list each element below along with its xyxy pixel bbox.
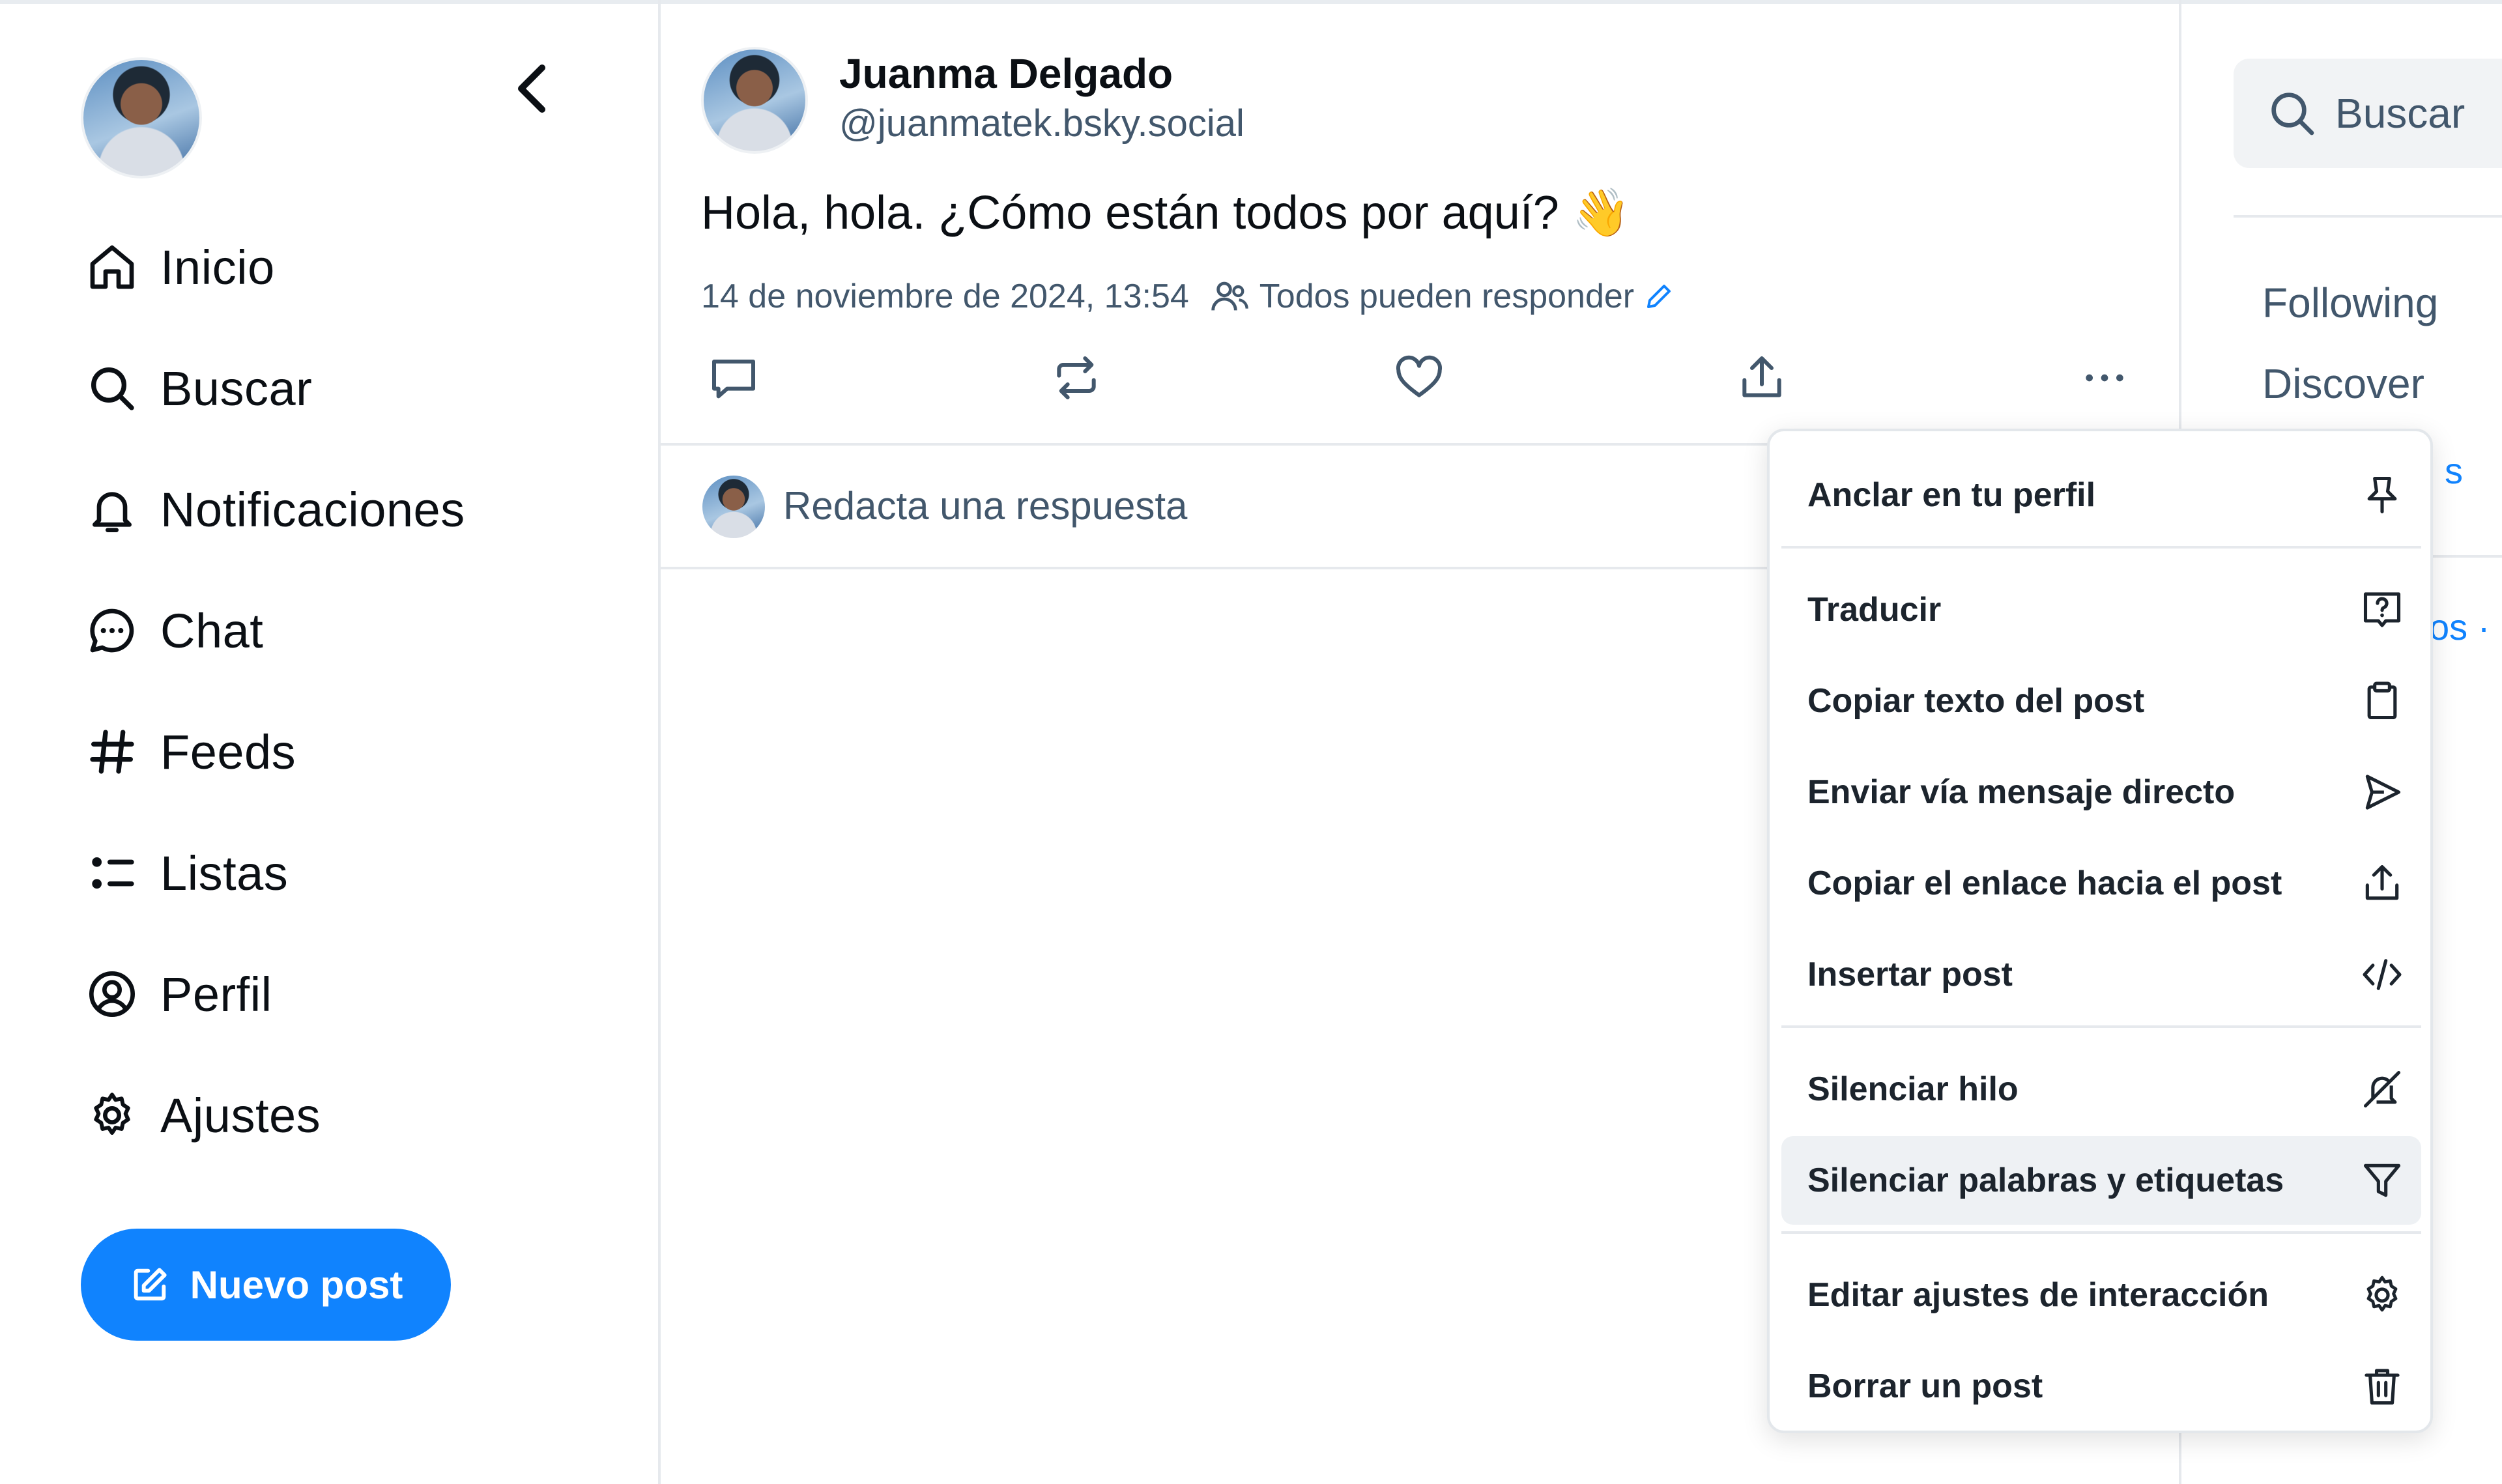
trash-icon — [2360, 1364, 2404, 1408]
nav-item-listas[interactable]: Listas — [81, 834, 288, 912]
author-name[interactable]: Juanma Delgado — [839, 50, 1173, 98]
repost-button[interactable] — [1044, 345, 1109, 410]
heart-icon — [1396, 355, 1443, 397]
chevron-left-icon — [518, 64, 545, 113]
nav-item-notificaciones[interactable]: Notificaciones — [81, 470, 465, 549]
filter-icon — [2360, 1158, 2404, 1203]
more-options-button[interactable] — [2072, 345, 2137, 410]
user-circle-icon — [81, 963, 143, 1025]
nav-item-inicio[interactable]: Inicio — [81, 228, 275, 306]
pin-icon — [2360, 473, 2404, 517]
author-handle[interactable]: @juanmatek.bsky.social — [839, 102, 1244, 145]
people-icon — [1209, 276, 1250, 317]
bell-icon — [81, 478, 143, 541]
menu-item-label: Silenciar hilo — [1807, 1070, 2019, 1108]
menu-item-label: Enviar vía mensaje directo — [1807, 773, 2236, 811]
new-post-button[interactable]: Nuevo post — [81, 1229, 451, 1341]
peek-text[interactable]: s — [2445, 449, 2463, 492]
menu-item-label: Borrar un post — [1807, 1367, 2043, 1405]
menu-item-translate[interactable]: Traducir — [1781, 565, 2421, 654]
menu-item-label: Silenciar palabras y etiquetas — [1807, 1162, 2284, 1199]
share-icon — [1742, 356, 1781, 397]
home-icon — [81, 236, 143, 298]
menu-item-label: Copiar texto del post — [1807, 682, 2145, 720]
code-icon — [2360, 952, 2404, 997]
comment-icon — [712, 360, 755, 399]
divider — [2234, 215, 2502, 218]
collapse-sidebar-button[interactable] — [506, 63, 558, 115]
menu-item-mute-words[interactable]: Silenciar palabras y etiquetas — [1781, 1136, 2421, 1225]
nav-label: Inicio — [160, 240, 275, 294]
nav-label: Feeds — [160, 724, 296, 779]
reply-placeholder: Redacta una respuesta — [783, 484, 1188, 528]
hashtag-icon — [81, 721, 143, 783]
author-avatar[interactable] — [701, 47, 808, 154]
pencil-icon[interactable] — [1643, 281, 1675, 312]
menu-separator — [1781, 1025, 2421, 1028]
menu-separator — [1781, 546, 2421, 549]
menu-item-label: Editar ajustes de interacción — [1807, 1276, 2269, 1314]
post-actions — [701, 345, 2148, 410]
feed-link-discover[interactable]: Discover — [2262, 360, 2424, 408]
translate-icon — [2360, 588, 2404, 632]
left-sidebar: Inicio Buscar Notificaciones Chat Feeds … — [0, 0, 661, 1484]
search-icon — [81, 357, 143, 420]
nav-label: Notificaciones — [160, 482, 465, 537]
share-icon — [2360, 861, 2404, 906]
search-icon — [2266, 87, 2318, 139]
post-text: Hola, hola. ¿Cómo están todos por aquí? … — [701, 187, 1631, 239]
menu-item-interaction-settings[interactable]: Editar ajustes de interacción — [1781, 1251, 2421, 1339]
post-options-menu: Anclar en tu perfil Traducir Copiar text… — [1767, 429, 2433, 1433]
repost-icon — [1057, 356, 1096, 399]
send-icon — [2360, 770, 2404, 814]
nav-item-chat[interactable]: Chat — [81, 592, 263, 670]
menu-separator — [1781, 1231, 2421, 1234]
menu-item-label: Insertar post — [1807, 956, 2013, 993]
menu-item-copy-link[interactable]: Copiar el enlace hacia el post — [1781, 839, 2421, 928]
nav-label: Chat — [160, 603, 264, 658]
peek-text[interactable]: os · — [2429, 606, 2490, 648]
menu-item-label: Anclar en tu perfil — [1807, 476, 2096, 514]
search-input[interactable]: Buscar — [2234, 59, 2502, 168]
menu-item-label: Traducir — [1807, 591, 1942, 629]
nav-item-ajustes[interactable]: Ajustes — [81, 1076, 321, 1154]
clipboard-icon — [2360, 679, 2404, 723]
mute-icon — [2360, 1067, 2404, 1111]
ellipsis-icon — [2086, 374, 2123, 382]
sidebar-avatar[interactable] — [81, 57, 202, 178]
gear-icon — [2360, 1273, 2404, 1317]
search-placeholder: Buscar — [2335, 90, 2466, 137]
menu-item-copy-text[interactable]: Copiar texto del post — [1781, 657, 2421, 745]
nav-label: Perfil — [160, 967, 272, 1021]
menu-item-embed[interactable]: Insertar post — [1781, 930, 2421, 1019]
menu-item-send-dm[interactable]: Enviar vía mensaje directo — [1781, 748, 2421, 836]
menu-item-label: Copiar el enlace hacia el post — [1807, 864, 2282, 902]
nav-label: Listas — [160, 846, 289, 900]
reply-button[interactable] — [701, 345, 766, 410]
nav-item-buscar[interactable]: Buscar — [81, 349, 312, 427]
reply-setting-link[interactable]: Todos pueden responder — [1259, 277, 1634, 316]
share-button[interactable] — [1729, 345, 1794, 410]
reply-avatar — [702, 476, 765, 538]
post-meta: 14 de noviembre de 2024, 13:54 Todos pue… — [701, 274, 1675, 319]
chat-bubble-icon — [81, 599, 143, 662]
list-icon — [81, 842, 143, 904]
menu-item-mute-thread[interactable]: Silenciar hilo — [1781, 1045, 2421, 1134]
feed-link-following[interactable]: Following — [2262, 279, 2438, 327]
menu-item-delete-post[interactable]: Borrar un post — [1781, 1342, 2421, 1431]
edit-icon — [129, 1264, 171, 1306]
nav-item-feeds[interactable]: Feeds — [81, 713, 296, 791]
gear-icon — [81, 1084, 143, 1147]
nav-item-perfil[interactable]: Perfil — [81, 955, 272, 1033]
nav-label: Buscar — [160, 361, 313, 416]
nav-label: Ajustes — [160, 1088, 321, 1143]
like-button[interactable] — [1387, 345, 1452, 410]
new-post-label: Nuevo post — [190, 1263, 403, 1307]
menu-item-pin[interactable]: Anclar en tu perfil — [1781, 451, 2421, 539]
post-timestamp: 14 de noviembre de 2024, 13:54 — [701, 278, 1189, 315]
